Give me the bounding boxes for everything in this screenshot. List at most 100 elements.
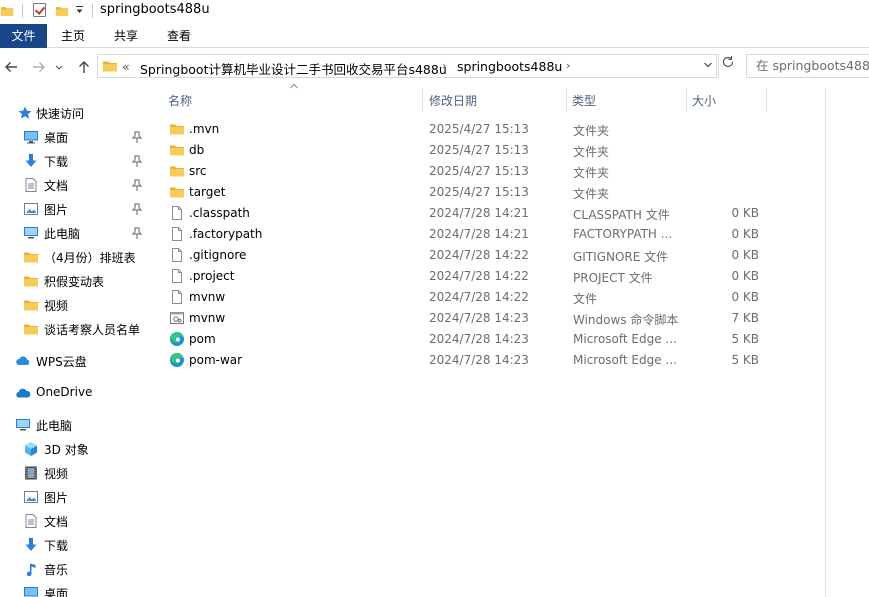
sidebar-item-label: 图片 xyxy=(44,491,69,505)
breadcrumb-chevron-icon[interactable]: › xyxy=(566,59,570,72)
sidebar-item-quick-access[interactable]: 快速访问 xyxy=(0,102,150,124)
sidebar-item-folder[interactable]: （4月份）排班表 xyxy=(0,246,150,268)
file-row[interactable]: target 2025/4/27 15:13 文件夹 xyxy=(151,182,825,203)
sidebar-item-label: 桌面 xyxy=(44,131,69,145)
properties-checkbox-icon[interactable] xyxy=(33,3,46,17)
file-row[interactable]: mvnw 2024/7/28 14:23 Windows 命令脚本 7 KB xyxy=(151,308,825,329)
pin-icon[interactable] xyxy=(132,155,142,167)
sidebar-item-label: 图片 xyxy=(44,203,69,217)
column-header-size[interactable]: 大小 xyxy=(692,92,716,109)
column-divider[interactable] xyxy=(766,88,767,112)
breadcrumb-chevron-icon[interactable]: › xyxy=(442,59,446,72)
file-name: db xyxy=(189,143,205,157)
file-type: 文件夹 xyxy=(573,124,610,138)
sidebar-item-this-pc-pinned[interactable]: 此电脑 xyxy=(0,222,150,244)
file-type: 文件 xyxy=(573,292,598,306)
file-date: 2024/7/28 14:22 xyxy=(429,269,529,283)
file-row[interactable]: pom 2024/7/28 14:23 Microsoft Edge ... 5 KB xyxy=(151,329,825,350)
folder-icon xyxy=(23,273,39,289)
tab-share[interactable]: 共享 xyxy=(110,25,142,47)
sidebar-item-3d-objects[interactable]: 3D 对象 xyxy=(0,438,150,460)
file-date: 2024/7/28 14:22 xyxy=(429,290,529,304)
file-row[interactable]: src 2025/4/27 15:13 文件夹 xyxy=(151,161,825,182)
new-folder-icon[interactable] xyxy=(55,3,69,19)
tab-home[interactable]: 主页 xyxy=(57,25,89,47)
breadcrumb-segment[interactable]: Springboot计算机毕业设计二手书回收交易平台s488u xyxy=(140,59,447,78)
folder-icon xyxy=(169,163,185,179)
column-divider[interactable] xyxy=(566,88,567,112)
pin-icon[interactable] xyxy=(132,131,142,143)
recent-dropdown-icon[interactable] xyxy=(54,58,64,76)
column-header-date[interactable]: 修改日期 xyxy=(429,92,477,109)
back-arrow-icon[interactable] xyxy=(2,58,20,76)
sidebar-item-folder[interactable]: 积假变动表 xyxy=(0,270,150,292)
sidebar-item-videos[interactable]: 视频 xyxy=(0,462,150,484)
quick-access-dropdown-icon[interactable] xyxy=(75,5,84,15)
sidebar-item-pictures[interactable]: 图片 xyxy=(0,198,150,220)
folder-icon xyxy=(102,58,118,74)
column-header-type[interactable]: 类型 xyxy=(572,92,596,109)
sidebar-item-documents[interactable]: 文档 xyxy=(0,174,150,196)
sidebar-item-wps-cloud[interactable]: WPS云盘 xyxy=(0,350,150,372)
file-date: 2024/7/28 14:21 xyxy=(429,227,529,241)
file-name: target xyxy=(189,185,226,199)
computer-icon xyxy=(15,417,31,433)
refresh-icon[interactable] xyxy=(718,54,736,78)
folder-icon xyxy=(0,3,14,19)
file-name: pom xyxy=(189,332,216,346)
sidebar-item-label: 视频 xyxy=(44,299,69,313)
sidebar-item-folder[interactable]: 视频 xyxy=(0,294,150,316)
search-input[interactable]: 在 springboots488u xyxy=(746,54,869,78)
file-name: .classpath xyxy=(189,206,250,220)
desktop-icon xyxy=(23,585,39,597)
sidebar-item-documents[interactable]: 文档 xyxy=(0,510,150,532)
file-type: 文件夹 xyxy=(573,145,610,159)
file-row[interactable]: .project 2024/7/28 14:22 PROJECT 文件 0 KB xyxy=(151,266,825,287)
sidebar-item-desktop[interactable]: 桌面 xyxy=(0,126,150,148)
file-row[interactable]: .classpath 2024/7/28 14:21 CLASSPATH 文件 0 K… xyxy=(151,203,825,224)
file-row[interactable]: .gitignore 2024/7/28 14:22 GITIGNORE 文件 0 K… xyxy=(151,245,825,266)
folder-icon xyxy=(23,297,39,313)
column-divider[interactable] xyxy=(422,88,423,112)
file-size: 0 KB xyxy=(731,227,759,241)
file-row[interactable]: .factorypath 2024/7/28 14:21 FACTORYPATH .… xyxy=(151,224,825,245)
sidebar-item-this-pc[interactable]: 此电脑 xyxy=(0,414,150,436)
column-divider[interactable] xyxy=(686,88,687,112)
pin-icon[interactable] xyxy=(132,227,142,239)
breadcrumb-overflow[interactable]: « xyxy=(122,59,130,74)
sidebar-item-onedrive[interactable]: OneDrive xyxy=(0,382,150,404)
sidebar-item-music[interactable]: 音乐 xyxy=(0,558,150,580)
pin-icon[interactable] xyxy=(132,179,142,191)
cube-3d-icon xyxy=(23,441,39,457)
sidebar-item-label: 文档 xyxy=(44,179,69,193)
file-icon xyxy=(169,226,185,242)
file-name: mvnw xyxy=(189,311,226,325)
file-row[interactable]: db 2025/4/27 15:13 文件夹 xyxy=(151,140,825,161)
sidebar-item-downloads[interactable]: 下载 xyxy=(0,534,150,556)
computer-icon xyxy=(23,225,39,241)
edge-browser-icon xyxy=(169,331,185,347)
file-row[interactable]: mvnw 2024/7/28 14:22 文件 0 KB xyxy=(151,287,825,308)
sidebar-item-folder[interactable]: 谈话考察人员名单 xyxy=(0,318,150,340)
pin-icon[interactable] xyxy=(132,203,142,215)
sidebar-item-label: 此电脑 xyxy=(44,227,81,241)
up-arrow-icon[interactable] xyxy=(75,58,93,76)
tab-file[interactable]: 文件 xyxy=(0,24,47,48)
cloud-icon xyxy=(15,353,31,369)
address-dropdown-icon[interactable] xyxy=(703,58,713,75)
sidebar-item-downloads[interactable]: 下载 xyxy=(0,150,150,172)
file-name: .mvn xyxy=(189,122,220,136)
column-header-name[interactable]: 名称 xyxy=(168,92,192,109)
file-size: 0 KB xyxy=(731,248,759,262)
address-bar[interactable]: « Springboot计算机毕业设计二手书回收交易平台s488u › spri… xyxy=(97,54,717,78)
title-separator xyxy=(92,4,93,18)
forward-arrow-icon[interactable] xyxy=(30,58,48,76)
breadcrumb-segment[interactable]: springboots488u xyxy=(457,59,562,74)
tab-view[interactable]: 查看 xyxy=(163,25,195,47)
file-row[interactable]: pom-war 2024/7/28 14:23 Microsoft Edge ...… xyxy=(151,350,825,371)
file-size: 0 KB xyxy=(731,290,759,304)
file-row[interactable]: .mvn 2025/4/27 15:13 文件夹 xyxy=(151,119,825,140)
file-date: 2024/7/28 14:21 xyxy=(429,206,529,220)
sidebar-item-desktop[interactable]: 桌面 xyxy=(0,582,150,597)
sidebar-item-pictures[interactable]: 图片 xyxy=(0,486,150,508)
